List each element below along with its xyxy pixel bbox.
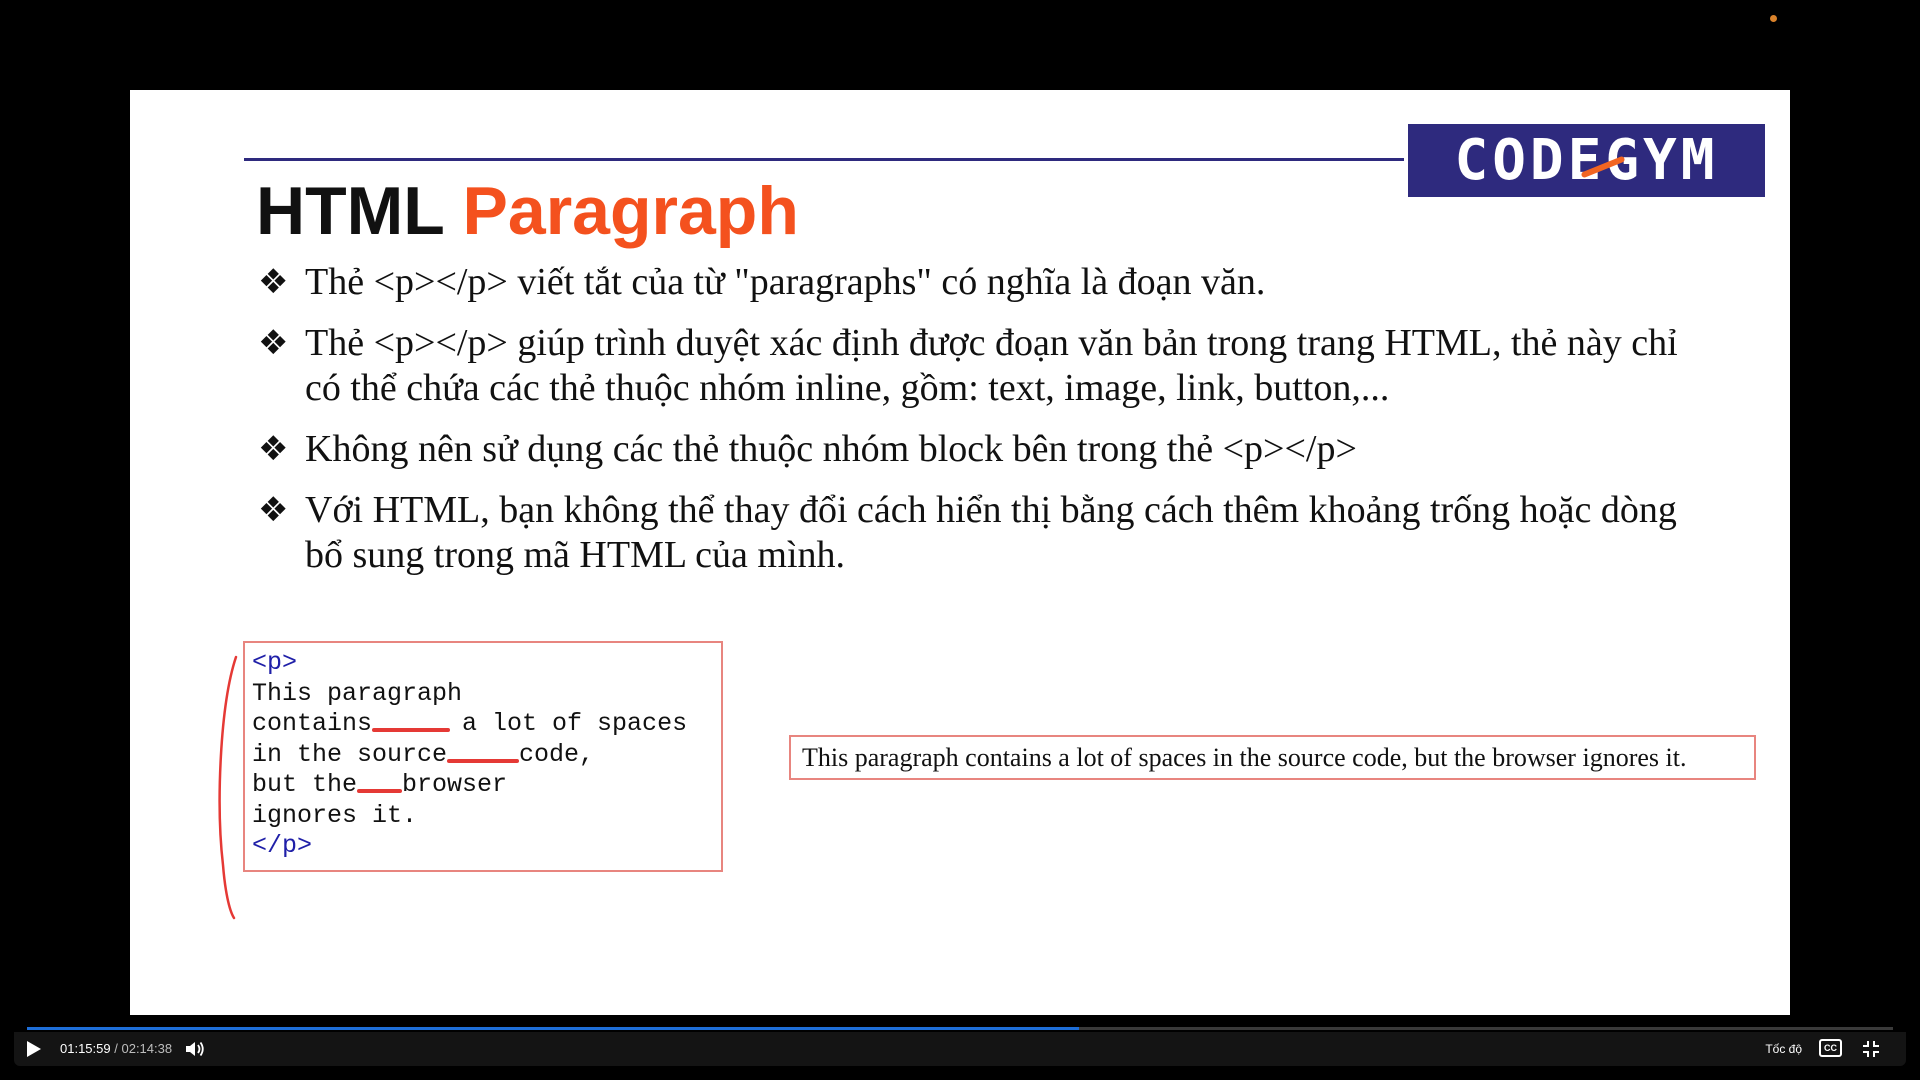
ink-underline (447, 758, 520, 763)
code-text: a lot of spaces (462, 709, 688, 738)
bullet-icon: ❖ (258, 490, 289, 530)
code-line: in the source code, (252, 740, 721, 771)
code-text: in the source (252, 739, 463, 769)
slide-title: HTML Paragraph (256, 174, 799, 249)
player-controls: 01:15:59 / 02:14:38 Tốc độ CC (14, 1032, 1906, 1066)
bullet-text: Thẻ <p></p> giúp trình duyệt xác định đư… (305, 322, 1678, 409)
bullet-icon: ❖ (258, 429, 289, 469)
code-line: contains a lot of spaces (252, 709, 721, 740)
bullet-text: Thẻ <p></p> viết tắt của từ "paragraphs"… (305, 261, 1266, 303)
code-text: code, (519, 739, 595, 769)
presentation-slide: CODEGYM HTML Paragraph ❖ Thẻ <p></p> viết… (130, 90, 1790, 1015)
logo-text: CODEGYM (1454, 128, 1719, 193)
volume-icon[interactable] (184, 1039, 206, 1059)
title-main: HTML (256, 173, 444, 249)
code-line: <p> (252, 648, 721, 679)
bullet-icon: ❖ (258, 262, 289, 302)
codegym-logo: CODEGYM (1408, 124, 1765, 197)
duration: 02:14:38 (121, 1041, 173, 1056)
bullet-text: Không nên sử dụng các thẻ thuộc nhóm blo… (305, 428, 1357, 470)
code-line: but the browser (252, 770, 721, 801)
code-text: contains (252, 709, 388, 738)
current-time: 01:15:59 (60, 1041, 111, 1056)
code-text: ignores it. (252, 800, 418, 830)
bullet-item: ❖ Với HTML, bạn không thể thay đổi cách h… (258, 488, 1718, 578)
code-open-tag: <p> (252, 648, 298, 677)
play-icon[interactable] (27, 1041, 41, 1057)
progress-fill (27, 1027, 1080, 1030)
speed-button[interactable]: Tốc độ (1765, 1042, 1802, 1056)
progress-bar[interactable] (27, 1027, 1893, 1030)
bullet-list: ❖ Thẻ <p></p> viết tắt của từ "paragraphs… (258, 260, 1718, 594)
bullet-icon: ❖ (258, 323, 289, 363)
ink-underline (372, 728, 451, 732)
output-text: This paragraph contains a lot of spaces … (802, 742, 1687, 772)
rendered-output: This paragraph contains a lot of spaces … (789, 735, 1756, 780)
bullet-item: ❖ Không nên sử dụng các thẻ thuộc nhóm bl… (258, 427, 1718, 472)
bullet-item: ❖ Thẻ <p></p> giúp trình duyệt xác định đ… (258, 321, 1718, 411)
code-example: <p> This paragraph contains a lot of space… (243, 641, 723, 872)
bullet-text: Với HTML, bạn không thể thay đổi cách hi… (305, 489, 1677, 576)
exit-fullscreen-icon[interactable] (1862, 1040, 1880, 1058)
code-line: This paragraph (252, 679, 721, 710)
code-text: This paragraph (252, 678, 463, 708)
captions-icon[interactable]: CC (1819, 1039, 1842, 1057)
recording-dot (1770, 15, 1777, 22)
title-accent: Paragraph (462, 173, 799, 249)
time-display: 01:15:59 / 02:14:38 (60, 1041, 172, 1056)
time-separator: / (114, 1041, 118, 1056)
code-line: ignores it. (252, 801, 721, 832)
code-text: but the (252, 770, 373, 799)
ink-underline (357, 789, 403, 793)
code-line: </p> (252, 831, 721, 862)
hand-drawn-bracket (218, 655, 238, 920)
bullet-item: ❖ Thẻ <p></p> viết tắt của từ "paragraphs… (258, 260, 1718, 305)
code-text: browser (402, 770, 508, 799)
title-rule (244, 158, 1404, 161)
code-close-tag: </p> (252, 831, 313, 860)
